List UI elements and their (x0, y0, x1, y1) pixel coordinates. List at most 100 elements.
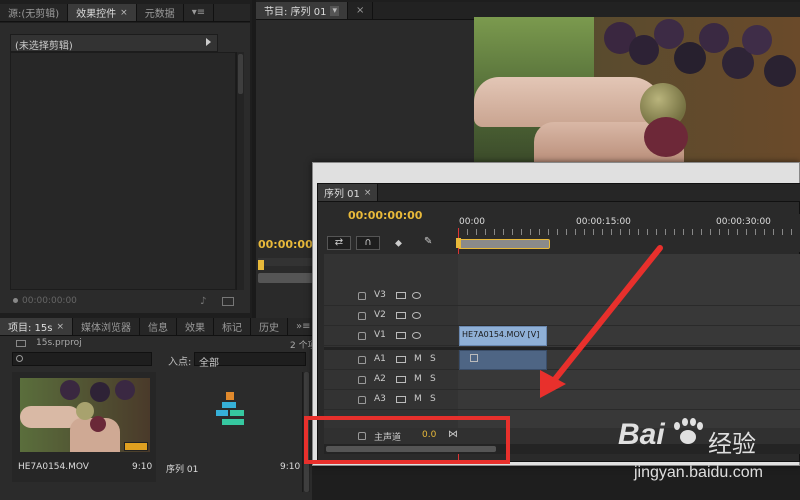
camera-icon[interactable] (396, 376, 406, 383)
tab-metadata[interactable]: 元数据 (137, 4, 184, 21)
effect-controls-header: (未选择剪辑) (10, 34, 218, 52)
track-v2[interactable]: V2 (324, 306, 800, 326)
watermark-brand-right: 经验 (708, 430, 756, 458)
timeline-timecode[interactable]: 00:00:00:00 (348, 209, 422, 222)
tab-metadata-label: 元数据 (144, 9, 175, 20)
close-icon[interactable]: × (364, 188, 372, 198)
eye-icon[interactable] (412, 292, 421, 299)
annotation-highlight-box (304, 416, 510, 464)
effect-controls-scrollbar[interactable] (236, 52, 244, 290)
panel-menu-icon: ▾≡ (191, 7, 206, 18)
lock-icon[interactable] (358, 292, 366, 300)
video-thumbnail (20, 378, 150, 452)
camera-icon[interactable] (396, 312, 406, 319)
video-clip[interactable]: HE7A0154.MOV [V] (459, 326, 547, 346)
solo-button[interactable]: S (430, 354, 436, 364)
more-tabs-icon: »≡ (296, 321, 311, 332)
tab-history[interactable]: 历史 (251, 318, 289, 335)
folder-icon (16, 340, 26, 347)
expand-arrow-icon[interactable] (206, 38, 211, 46)
camera-icon[interactable] (396, 332, 406, 339)
project-item-sequence-duration: 9:10 (280, 462, 301, 472)
lock-icon[interactable] (358, 356, 366, 364)
track-a1[interactable]: A1 M S (324, 350, 800, 370)
watermark-url: jingyan.baidu.com (634, 464, 763, 481)
timeline-ruler[interactable]: 00:00 00:00:15:00 00:00:30:00 (458, 214, 800, 252)
track-v3[interactable]: V3 (324, 286, 800, 306)
add-marker-icon[interactable]: ⬥ (395, 238, 402, 249)
tab-effects-label: 效果 (185, 323, 206, 334)
paw-icon (672, 418, 703, 448)
tab-info[interactable]: 信息 (140, 318, 178, 335)
timeline-tabbar: 序列 01 × (318, 184, 800, 202)
no-clip-label: (未选择剪辑) (15, 41, 73, 52)
audio-clip-fx-icon (470, 354, 478, 362)
clip-type-badge-icon (124, 442, 148, 451)
work-area-bar[interactable] (458, 239, 550, 249)
close-icon[interactable]: × (56, 322, 64, 332)
close-icon[interactable]: × (356, 5, 364, 16)
program-playhead-marker[interactable] (258, 260, 264, 270)
tab-project[interactable]: 项目: 15s × (0, 318, 74, 335)
tab-program-monitor[interactable]: 节目: 序列 01 ▾ (256, 2, 348, 19)
lock-icon[interactable] (358, 396, 366, 404)
project-item-video[interactable]: HE7A0154.MOV 9:10 (12, 372, 156, 482)
track-a3[interactable]: A3 M S (324, 390, 800, 410)
tab-source[interactable]: 源:(无剪辑) (0, 4, 69, 21)
project-panel-tabbar: 项目: 15s × 媒体浏览器 信息 效果 标记 历史 »≡ (0, 318, 320, 336)
tab-info-label: 信息 (148, 323, 169, 334)
audio-icon[interactable]: ♪ (200, 296, 206, 307)
panel-menu-button[interactable]: ▾≡ (184, 4, 215, 21)
chevron-down-icon[interactable]: ▾ (330, 5, 339, 16)
audio-clip[interactable] (459, 350, 547, 370)
tab-media-browser[interactable]: 媒体浏览器 (73, 318, 141, 335)
ruler-label-30: 00:00:30:00 (716, 217, 771, 227)
track-a2[interactable]: A2 M S (324, 370, 800, 390)
export-icon[interactable] (222, 297, 234, 306)
ruler-label-15: 00:00:15:00 (576, 217, 631, 227)
snap-icon[interactable]: ⇄ (327, 236, 351, 250)
inpoint-select[interactable]: 全部 (194, 352, 306, 369)
camera-icon[interactable] (396, 292, 406, 299)
video-clip-label: HE7A0154.MOV [V] (462, 330, 540, 339)
track-a3-name: A3 (374, 394, 386, 404)
watermark: Bai 经验 jingyan.baidu.com (614, 414, 794, 494)
project-item-sequence[interactable]: 序列 01 9:10 (160, 372, 304, 482)
program-mini-ruler (258, 258, 314, 266)
watermark-brand-left: Bai (618, 418, 665, 451)
search-input[interactable] (12, 352, 152, 366)
mute-button[interactable]: M (414, 394, 422, 404)
effect-timecode: 00:00:00:00 (22, 296, 77, 306)
track-v2-name: V2 (374, 310, 386, 320)
solo-button[interactable]: S (430, 394, 436, 404)
eye-icon[interactable] (412, 312, 421, 319)
camera-icon[interactable] (396, 356, 406, 363)
solo-button[interactable]: S (430, 374, 436, 384)
mute-button[interactable]: M (414, 354, 422, 364)
tab-markers[interactable]: 标记 (214, 318, 252, 335)
playhead-handle[interactable] (456, 238, 461, 248)
mute-button[interactable]: M (414, 374, 422, 384)
camera-icon[interactable] (396, 396, 406, 403)
tab-effects[interactable]: 效果 (177, 318, 215, 335)
track-v1[interactable]: V1 HE7A0154.MOV [V] (324, 326, 800, 346)
tab-sequence-label: 序列 01 (324, 189, 360, 200)
lock-icon[interactable] (358, 312, 366, 320)
tab-effect-controls[interactable]: 效果控件 × (68, 4, 137, 21)
tab-sequence[interactable]: 序列 01 × (318, 184, 379, 201)
linked-selection-icon[interactable]: ∩ (356, 236, 380, 250)
program-zoom-bar[interactable] (258, 273, 314, 283)
tab-source-label: 源:(无剪辑) (8, 9, 60, 20)
close-icon[interactable]: × (120, 8, 128, 18)
program-monitor-tab-label: 节目: 序列 01 (264, 7, 327, 18)
project-item-video-duration: 9:10 (132, 462, 153, 472)
eye-icon[interactable] (412, 332, 421, 339)
program-monitor-close[interactable]: × (348, 2, 374, 19)
track-a2-name: A2 (374, 374, 386, 384)
lock-icon[interactable] (358, 332, 366, 340)
tab-markers-label: 标记 (222, 323, 243, 334)
wrench-icon[interactable]: ✎ (424, 236, 432, 247)
source-panel-tabbar: 源:(无剪辑) 效果控件 × 元数据 ▾≡ (0, 4, 250, 22)
inpoint-value: 全部 (199, 358, 219, 369)
lock-icon[interactable] (358, 376, 366, 384)
